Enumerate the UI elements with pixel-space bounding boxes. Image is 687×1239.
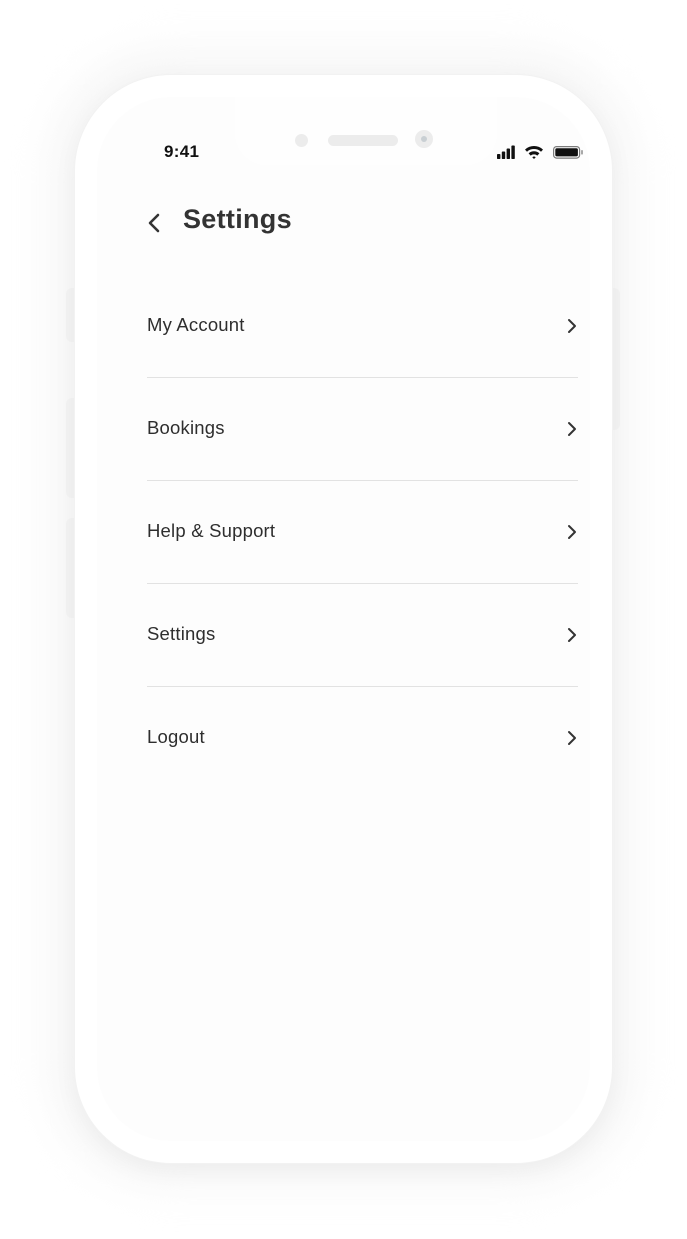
screen: 9:41 Settings My Account Bookings Help &… <box>97 97 590 1141</box>
menu-item-label: My Account <box>147 314 245 335</box>
menu-item-settings[interactable]: Settings <box>147 584 578 687</box>
earpiece-speaker <box>328 135 398 146</box>
wifi-icon <box>525 145 543 159</box>
settings-menu: My Account Bookings Help & Support Setti… <box>147 275 578 789</box>
menu-item-help-support[interactable]: Help & Support <box>147 481 578 584</box>
page-header: Settings <box>145 202 445 242</box>
proximity-sensor <box>295 134 308 147</box>
status-time: 9:41 <box>164 142 200 161</box>
mockup-stage: 9:41 Settings My Account Bookings Help &… <box>0 0 687 1239</box>
menu-item-label: Help & Support <box>147 520 276 541</box>
menu-item-logout[interactable]: Logout <box>147 687 578 789</box>
notch <box>235 97 497 165</box>
status-icons <box>497 145 583 159</box>
chevron-right-icon <box>568 525 576 539</box>
menu-item-my-account[interactable]: My Account <box>147 275 578 378</box>
chevron-right-icon <box>568 731 576 745</box>
phone-frame: 9:41 Settings My Account Bookings Help &… <box>75 75 612 1163</box>
chevron-right-icon <box>568 628 576 642</box>
page-title: Settings <box>183 204 292 234</box>
chevron-right-icon <box>568 422 576 436</box>
battery-icon <box>553 146 583 159</box>
menu-item-label: Logout <box>147 726 205 747</box>
menu-item-label: Settings <box>147 623 216 644</box>
front-camera <box>415 130 433 148</box>
menu-item-label: Bookings <box>147 417 225 438</box>
signal-icon <box>497 145 515 159</box>
menu-item-bookings[interactable]: Bookings <box>147 378 578 481</box>
chevron-right-icon <box>568 319 576 333</box>
chevron-left-icon[interactable] <box>145 210 165 236</box>
